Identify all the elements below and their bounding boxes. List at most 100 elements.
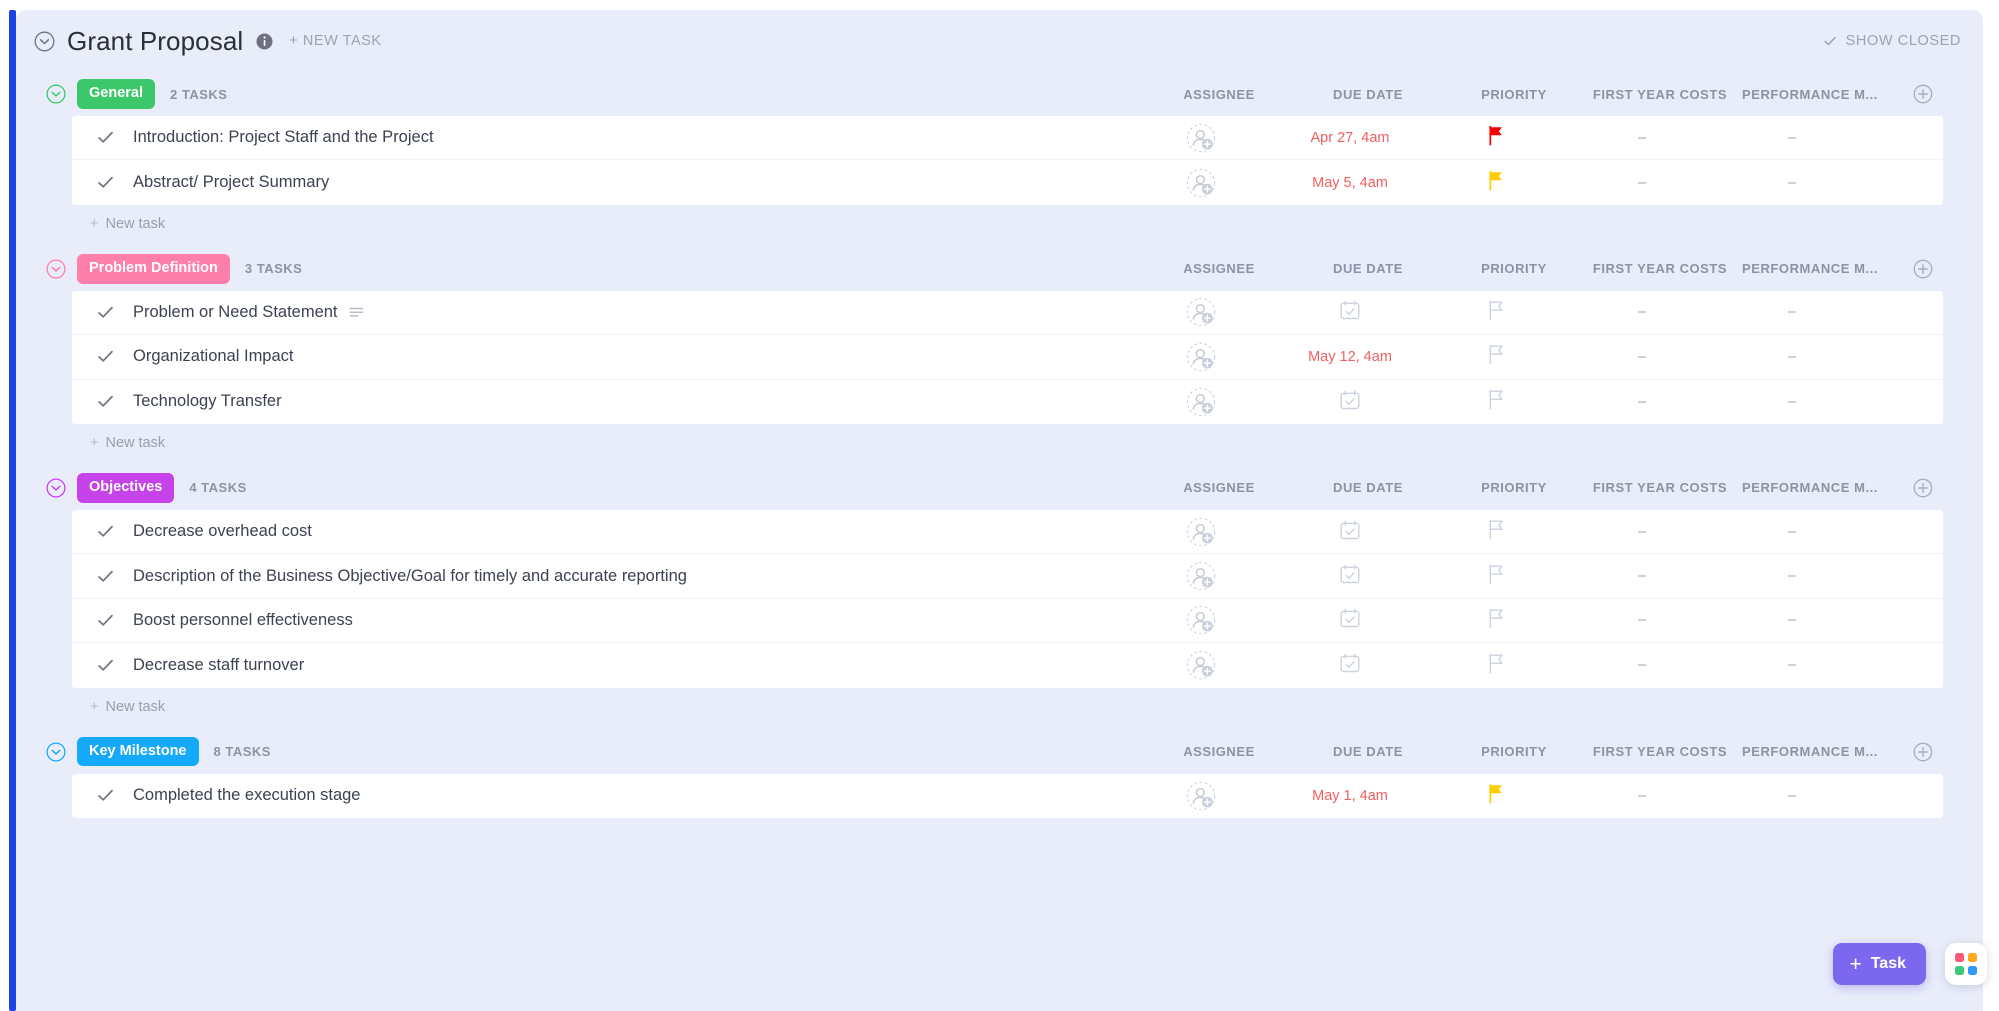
task-complete-checkmark-icon[interactable] (90, 523, 120, 540)
assignee-cell[interactable] (1127, 554, 1275, 597)
add-column-button[interactable] (1885, 742, 1961, 762)
performance-cell[interactable]: – (1717, 160, 1867, 204)
assignee-cell[interactable] (1127, 510, 1275, 553)
assignee-cell[interactable] (1127, 335, 1275, 378)
task-complete-checkmark-icon[interactable] (90, 129, 120, 146)
due-date-cell[interactable]: Apr 27, 4am (1275, 116, 1425, 159)
column-header-due-date[interactable]: DUE DATE (1293, 744, 1443, 759)
priority-cell[interactable] (1425, 160, 1567, 204)
column-header-due-date[interactable]: DUE DATE (1293, 87, 1443, 102)
task-name[interactable]: Decrease overhead cost (133, 522, 312, 541)
group-status-pill[interactable]: General (77, 79, 155, 109)
priority-cell[interactable] (1425, 774, 1567, 818)
task-name[interactable]: Technology Transfer (133, 392, 282, 411)
due-date-cell[interactable]: May 1, 4am (1275, 774, 1425, 818)
assignee-cell[interactable] (1127, 380, 1275, 424)
column-header-assignee[interactable]: ASSIGNEE (1145, 744, 1293, 759)
group-collapse-icon[interactable] (46, 478, 66, 498)
new-task-header-button[interactable]: + NEW TASK (289, 33, 381, 49)
group-collapse-icon[interactable] (46, 742, 66, 762)
due-date-cell[interactable] (1275, 599, 1425, 642)
task-name[interactable]: Organizational Impact (133, 347, 294, 366)
task-complete-checkmark-icon[interactable] (90, 568, 120, 585)
column-header-due-date[interactable]: DUE DATE (1293, 261, 1443, 276)
first-year-costs-cell[interactable]: – (1567, 116, 1717, 159)
column-header-performance[interactable]: PERFORMANCE M... (1735, 744, 1885, 759)
table-row[interactable]: Problem or Need Statement –– (72, 291, 1943, 335)
task-complete-checkmark-icon[interactable] (90, 174, 120, 191)
first-year-costs-cell[interactable]: – (1567, 291, 1717, 334)
first-year-costs-cell[interactable]: – (1567, 774, 1717, 818)
priority-cell[interactable] (1425, 554, 1567, 597)
priority-cell[interactable] (1425, 510, 1567, 553)
table-row[interactable]: Organizational ImpactMay 12, 4am–– (72, 335, 1943, 379)
first-year-costs-cell[interactable]: – (1567, 335, 1717, 378)
assignee-cell[interactable] (1127, 774, 1275, 818)
priority-cell[interactable] (1425, 335, 1567, 378)
column-header-performance[interactable]: PERFORMANCE M... (1735, 87, 1885, 102)
task-name[interactable]: Decrease staff turnover (133, 656, 304, 675)
column-header-priority[interactable]: PRIORITY (1443, 480, 1585, 495)
show-closed-toggle[interactable]: SHOW CLOSED (1823, 33, 1961, 49)
new-task-row-button[interactable]: +New task (16, 205, 1983, 243)
priority-cell[interactable] (1425, 643, 1567, 687)
column-header-assignee[interactable]: ASSIGNEE (1145, 87, 1293, 102)
due-date-cell[interactable]: May 5, 4am (1275, 160, 1425, 204)
add-column-button[interactable] (1885, 259, 1961, 279)
due-date-cell[interactable]: May 12, 4am (1275, 335, 1425, 378)
priority-cell[interactable] (1425, 116, 1567, 159)
table-row[interactable]: Abstract/ Project SummaryMay 5, 4am–– (72, 160, 1943, 204)
column-header-priority[interactable]: PRIORITY (1443, 87, 1585, 102)
column-header-due-date[interactable]: DUE DATE (1293, 480, 1443, 495)
task-name[interactable]: Boost personnel effectiveness (133, 611, 353, 630)
description-lines-icon[interactable] (349, 305, 364, 320)
due-date-cell[interactable] (1275, 380, 1425, 424)
table-row[interactable]: Description of the Business Objective/Go… (72, 554, 1943, 598)
table-row[interactable]: Completed the execution stageMay 1, 4am–… (72, 774, 1943, 818)
priority-cell[interactable] (1425, 291, 1567, 334)
new-task-row-button[interactable]: +New task (16, 688, 1983, 726)
group-status-pill[interactable]: Problem Definition (77, 254, 230, 284)
due-date-cell[interactable] (1275, 291, 1425, 334)
task-complete-checkmark-icon[interactable] (90, 787, 120, 804)
column-header-priority[interactable]: PRIORITY (1443, 261, 1585, 276)
task-complete-checkmark-icon[interactable] (90, 348, 120, 365)
due-date-cell[interactable] (1275, 554, 1425, 597)
first-year-costs-cell[interactable]: – (1567, 554, 1717, 597)
task-complete-checkmark-icon[interactable] (90, 393, 120, 410)
performance-cell[interactable]: – (1717, 554, 1867, 597)
apps-grid-button[interactable] (1945, 943, 1987, 985)
table-row[interactable]: Technology Transfer–– (72, 380, 1943, 424)
first-year-costs-cell[interactable]: – (1567, 599, 1717, 642)
column-header-first-year-costs[interactable]: FIRST YEAR COSTS (1585, 87, 1735, 102)
info-icon[interactable] (256, 33, 273, 50)
assignee-cell[interactable] (1127, 599, 1275, 642)
performance-cell[interactable]: – (1717, 510, 1867, 553)
column-header-first-year-costs[interactable]: FIRST YEAR COSTS (1585, 261, 1735, 276)
first-year-costs-cell[interactable]: – (1567, 643, 1717, 687)
performance-cell[interactable]: – (1717, 643, 1867, 687)
assignee-cell[interactable] (1127, 291, 1275, 334)
task-complete-checkmark-icon[interactable] (90, 612, 120, 629)
new-task-row-button[interactable]: +New task (16, 424, 1983, 462)
task-name[interactable]: Introduction: Project Staff and the Proj… (133, 128, 434, 147)
column-header-first-year-costs[interactable]: FIRST YEAR COSTS (1585, 480, 1735, 495)
performance-cell[interactable]: – (1717, 599, 1867, 642)
column-header-assignee[interactable]: ASSIGNEE (1145, 261, 1293, 276)
chevron-down-circle-icon[interactable] (34, 31, 55, 52)
table-row[interactable]: Decrease staff turnover –– (72, 643, 1943, 687)
table-row[interactable]: Decrease overhead cost–– (72, 510, 1943, 554)
task-name[interactable]: Problem or Need Statement (133, 303, 338, 322)
column-header-performance[interactable]: PERFORMANCE M... (1735, 480, 1885, 495)
group-collapse-icon[interactable] (46, 259, 66, 279)
task-name[interactable]: Abstract/ Project Summary (133, 173, 329, 192)
add-column-button[interactable] (1885, 84, 1961, 104)
performance-cell[interactable]: – (1717, 291, 1867, 334)
priority-cell[interactable] (1425, 599, 1567, 642)
task-complete-checkmark-icon[interactable] (90, 304, 120, 321)
add-column-button[interactable] (1885, 478, 1961, 498)
column-header-first-year-costs[interactable]: FIRST YEAR COSTS (1585, 744, 1735, 759)
due-date-cell[interactable] (1275, 643, 1425, 687)
first-year-costs-cell[interactable]: – (1567, 380, 1717, 424)
priority-cell[interactable] (1425, 380, 1567, 424)
